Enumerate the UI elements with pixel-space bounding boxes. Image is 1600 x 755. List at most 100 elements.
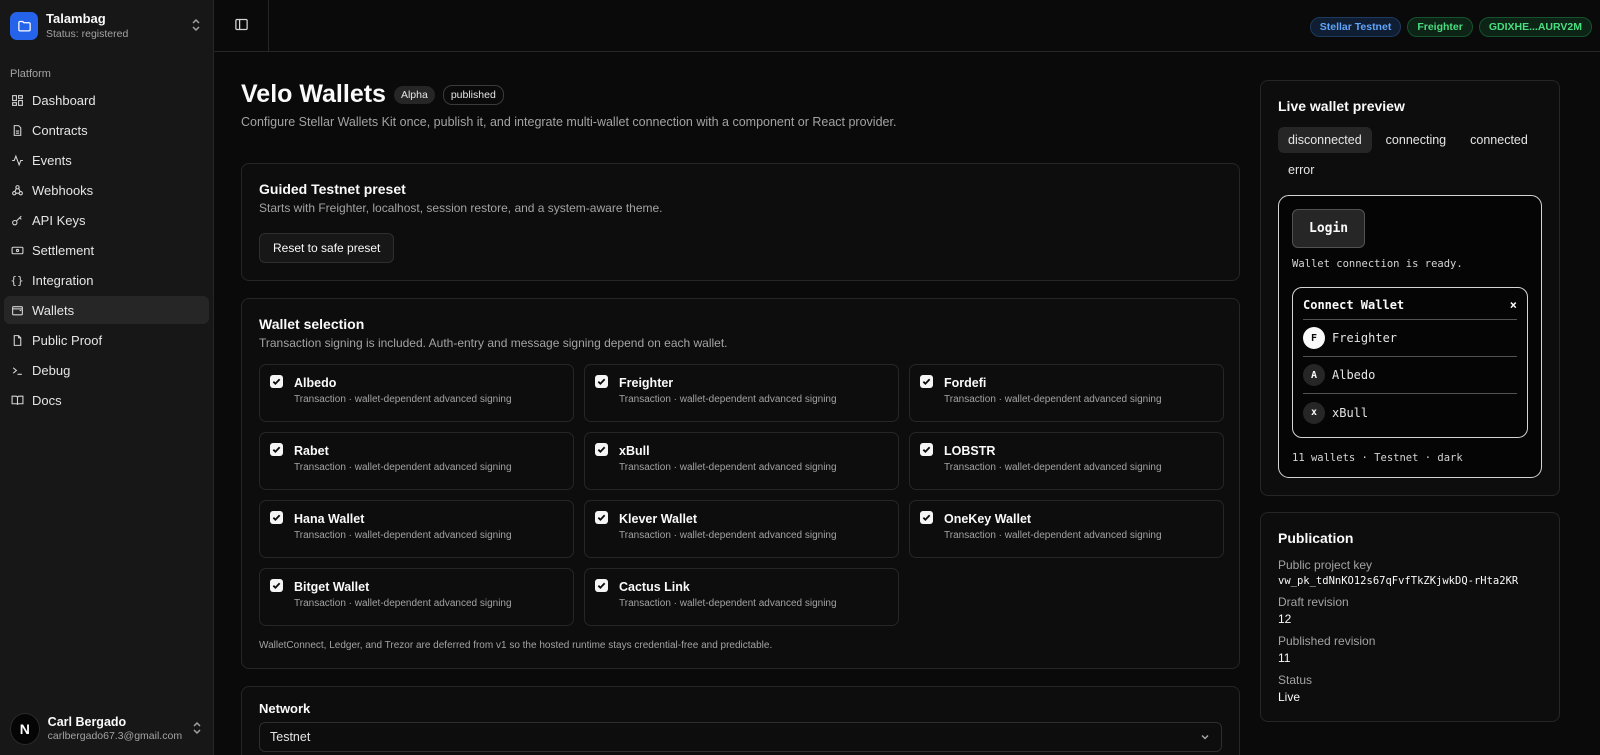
checkbox-checked-icon[interactable] — [595, 511, 608, 524]
sidebar-item-public-proof[interactable]: Public Proof — [4, 326, 209, 354]
chevrons-up-down-icon — [190, 721, 203, 738]
sidebar-item-label: Docs — [32, 392, 62, 408]
sidebar-item-label: API Keys — [32, 212, 86, 228]
published-revision: 11 — [1278, 651, 1291, 665]
modal-wallet-item-albedo[interactable]: A Albedo — [1303, 357, 1517, 394]
login-button[interactable]: Login — [1292, 209, 1366, 248]
wallet-option[interactable]: LOBSTR Transaction · wallet-dependent adv… — [909, 432, 1224, 490]
sidebar-item-label: Public Proof — [32, 332, 103, 348]
wallet-option[interactable]: Albedo Transaction · wallet-dependent adv… — [259, 364, 574, 422]
activity-icon — [10, 153, 24, 167]
tab-disconnected[interactable]: disconnected — [1278, 127, 1372, 153]
file-icon — [10, 333, 24, 347]
wallet-option[interactable]: Cactus Link Transaction · wallet-dependen… — [584, 568, 899, 626]
sidebar-item-label: Events — [32, 152, 72, 168]
sidebar-item-dashboard[interactable]: Dashboard — [4, 86, 209, 114]
modal-wallet-name: xBull — [1332, 405, 1369, 420]
status-label: Status — [1278, 673, 1313, 687]
preview-footer: 11 wallets · Testnet · dark — [1292, 452, 1463, 464]
sidebar-item-label: Dashboard — [32, 92, 96, 108]
checkbox-checked-icon[interactable] — [270, 443, 283, 456]
sidebar-toggle-button[interactable] — [214, 0, 269, 52]
page-content: Velo Wallets Alpha published Configure S… — [214, 52, 1600, 755]
wallet-option[interactable]: Bitget Wallet Transaction · wallet-depend… — [259, 568, 574, 626]
wallet-letter-icon: F — [1303, 327, 1325, 349]
wallet-option[interactable]: Rabet Transaction · wallet-dependent adva… — [259, 432, 574, 490]
network-select-value: Testnet — [270, 730, 311, 744]
checkbox-checked-icon[interactable] — [270, 511, 283, 524]
ready-text: Wallet connection is ready. — [1292, 258, 1463, 270]
tab-connected[interactable]: connected — [1460, 127, 1538, 153]
sidebar-item-api-keys[interactable]: API Keys — [4, 206, 209, 234]
banknote-icon — [10, 243, 24, 257]
close-icon[interactable]: × — [1510, 298, 1517, 312]
wallet-preview-frame: Login Wallet connection is ready. Connec… — [1278, 195, 1542, 478]
sidebar-item-integration[interactable]: {} Integration — [4, 266, 209, 294]
wallet-selection-title: Wallet selection — [259, 316, 365, 332]
sidebar-item-label: Integration — [32, 272, 94, 288]
folder-icon — [10, 12, 38, 40]
webhook-icon — [10, 183, 24, 197]
checkbox-checked-icon[interactable] — [920, 375, 933, 388]
live-preview-title: Live wallet preview — [1278, 98, 1405, 114]
user-menu[interactable]: N Carl Bergado carlbergado67.3@gmail.com — [0, 703, 213, 755]
wallet-option[interactable]: Fordefi Transaction · wallet-dependent ad… — [909, 364, 1224, 422]
main-area: Stellar Testnet Freighter GDIXHE...AURV2… — [214, 0, 1600, 755]
network-select[interactable]: Testnet — [259, 722, 1222, 752]
checkbox-checked-icon[interactable] — [920, 443, 933, 456]
checkbox-checked-icon[interactable] — [595, 579, 608, 592]
wallet-option[interactable]: Hana Wallet Transaction · wallet-dependen… — [259, 500, 574, 558]
sidebar-item-events[interactable]: Events — [4, 146, 209, 174]
wallet-option-name: Hana Wallet — [294, 512, 365, 526]
workspace-switcher[interactable]: Talambag Status: registered — [0, 0, 213, 52]
avatar: N — [10, 713, 40, 745]
page-subtitle: Configure Stellar Wallets Kit once, publ… — [241, 115, 897, 129]
checkbox-checked-icon[interactable] — [270, 375, 283, 388]
sidebar-item-docs[interactable]: Docs — [4, 386, 209, 414]
preset-title: Guided Testnet preset — [259, 181, 406, 197]
network-badge: Stellar Testnet — [1309, 17, 1402, 37]
modal-wallet-item-xbull[interactable]: x xBull — [1303, 394, 1517, 431]
modal-wallet-item-freighter[interactable]: F Freighter — [1303, 320, 1517, 357]
checkbox-checked-icon[interactable] — [595, 375, 608, 388]
terminal-icon — [10, 363, 24, 377]
wallet-option[interactable]: Freighter Transaction · wallet-dependent … — [584, 364, 899, 422]
sidebar-item-settlement[interactable]: Settlement — [4, 236, 209, 264]
wallet-letter-icon: A — [1303, 364, 1325, 386]
tab-connecting[interactable]: connecting — [1376, 127, 1456, 153]
modal-title: Connect Wallet — [1303, 297, 1405, 312]
sidebar-item-contracts[interactable]: Contracts — [4, 116, 209, 144]
wallet-option[interactable]: Klever Wallet Transaction · wallet-depend… — [584, 500, 899, 558]
panel-left-icon — [234, 17, 249, 35]
network-label: Network — [259, 701, 311, 716]
status-pills: Stellar Testnet Freighter GDIXHE...AURV2… — [1309, 17, 1592, 37]
account-badge[interactable]: GDIXHE...AURV2M — [1478, 17, 1592, 37]
wallet-option[interactable]: xBull Transaction · wallet-dependent adva… — [584, 432, 899, 490]
checkbox-checked-icon[interactable] — [920, 511, 933, 524]
chevron-down-icon — [1199, 731, 1211, 746]
published-label: Published revision — [1278, 634, 1376, 648]
checkbox-checked-icon[interactable] — [595, 443, 608, 456]
preview-column: Live wallet preview disconnected connect… — [1260, 80, 1560, 755]
sidebar-item-debug[interactable]: Debug — [4, 356, 209, 384]
wallet-option-desc: Transaction · wallet-dependent advanced … — [944, 530, 1162, 541]
sidebar-item-label: Settlement — [32, 242, 95, 258]
wallet-badge: Freighter — [1407, 17, 1473, 37]
tab-error[interactable]: error — [1278, 157, 1324, 183]
wallet-option-desc: Transaction · wallet-dependent advanced … — [944, 462, 1162, 473]
nav-group-label: Platform — [10, 68, 51, 80]
wallet-selection-desc: Transaction signing is included. Auth-en… — [259, 336, 728, 350]
wallet-option-name: xBull — [619, 444, 650, 458]
sidebar-item-wallets[interactable]: Wallets — [4, 296, 209, 324]
preview-state-tabs: disconnected connecting connected error — [1278, 127, 1542, 183]
wallet-icon — [10, 303, 24, 317]
wallet-option-name: Bitget Wallet — [294, 580, 370, 594]
sidebar-item-webhooks[interactable]: Webhooks — [4, 176, 209, 204]
reset-preset-button[interactable]: Reset to safe preset — [259, 233, 395, 263]
config-column: Velo Wallets Alpha published Configure S… — [241, 80, 1240, 755]
wallet-option[interactable]: OneKey Wallet Transaction · wallet-depend… — [909, 500, 1224, 558]
publication-card: Publication Public project key vw_pk_tdN… — [1260, 512, 1560, 722]
wallet-option-name: Freighter — [619, 376, 674, 390]
topbar: Stellar Testnet Freighter GDIXHE...AURV2… — [214, 0, 1600, 52]
checkbox-checked-icon[interactable] — [270, 579, 283, 592]
